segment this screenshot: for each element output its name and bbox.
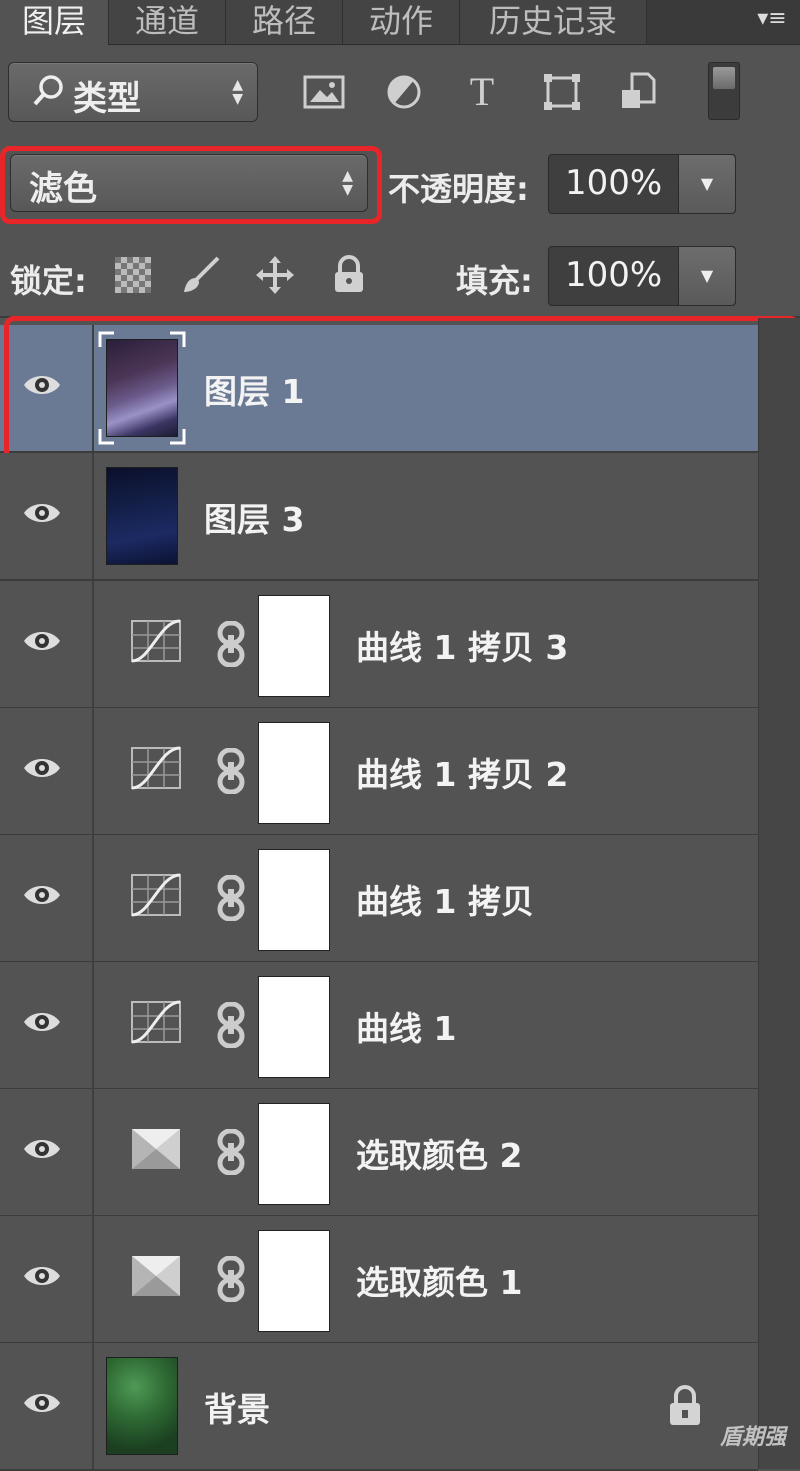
fill-field[interactable]: 100% ▼ <box>548 246 736 306</box>
tab-history[interactable]: 历史记录 <box>460 0 647 44</box>
layer-name[interactable]: 曲线 1 拷贝 3 <box>356 621 568 669</box>
layer-row-1[interactable]: 图层 1 <box>0 325 758 453</box>
layer-mask-thumbnail[interactable] <box>258 722 330 824</box>
watermark-text: 盾期强 <box>719 1425 786 1450</box>
link-chain-icon[interactable] <box>216 1256 246 1302</box>
layers-scrollbar[interactable] <box>758 318 800 1469</box>
layer-name[interactable]: 曲线 1 <box>356 1002 456 1050</box>
lock-all-icon[interactable] <box>328 254 370 296</box>
lock-label: 锁定: <box>10 262 87 300</box>
visibility-toggle[interactable] <box>0 1089 94 1215</box>
tab-actions[interactable]: 动作 <box>343 0 460 44</box>
fill-label: 填充: <box>456 262 533 300</box>
link-chain-icon[interactable] <box>216 621 246 667</box>
opacity-label: 不透明度: <box>388 170 529 208</box>
fill-value: 100% <box>565 255 663 295</box>
filter-shape-layers-icon[interactable] <box>540 70 584 114</box>
layer-thumbnail <box>106 467 178 565</box>
layer-row-3[interactable]: 图层 3 <box>0 453 758 581</box>
layer-mask-thumbnail[interactable] <box>258 1230 330 1332</box>
visibility-toggle[interactable] <box>0 1216 94 1342</box>
curves-adjustment-icon <box>131 873 181 917</box>
eye-icon <box>24 759 60 777</box>
eye-icon <box>24 1140 60 1158</box>
filter-smart-objects-icon[interactable] <box>616 70 660 114</box>
layer-mask-thumbnail[interactable] <box>258 849 330 951</box>
lock-icon <box>670 1385 700 1425</box>
eye-icon <box>24 504 60 522</box>
curves-adjustment-icon <box>131 1000 181 1044</box>
select-arrows-icon: ▲ ▼ <box>342 168 353 198</box>
blend-mode-select[interactable]: 滤色 ▲ ▼ <box>10 154 368 212</box>
tab-layers[interactable]: 图层 <box>0 0 109 45</box>
opacity-dropdown-button[interactable]: ▼ <box>678 155 735 213</box>
fill-dropdown-button[interactable]: ▼ <box>678 247 735 305</box>
filter-kind-select[interactable]: 类型 ▲ ▼ <box>8 62 258 122</box>
filter-adjustment-layers-icon[interactable] <box>382 70 426 114</box>
opacity-field[interactable]: 100% ▼ <box>548 154 736 214</box>
opacity-value: 100% <box>565 163 663 203</box>
link-chain-icon[interactable] <box>216 1129 246 1175</box>
filter-type-layers-icon[interactable]: T <box>460 70 504 114</box>
panel-tab-bar: 图层 通道 路径 动作 历史记录 ▾≡ <box>0 0 800 45</box>
layer-name[interactable]: 背景 <box>204 1383 270 1431</box>
lock-image-pixels-icon[interactable] <box>180 254 222 296</box>
link-chain-icon[interactable] <box>216 748 246 794</box>
layer-row-curves-copy[interactable]: 曲线 1 拷贝 <box>0 835 758 963</box>
link-chain-icon[interactable] <box>216 875 246 921</box>
layer-row-curves-1[interactable]: 曲线 1 <box>0 962 758 1090</box>
lock-transparent-pixels-icon[interactable] <box>112 254 154 296</box>
panel-menu-icon[interactable]: ▾≡ <box>750 4 794 34</box>
select-arrows-icon: ▲ ▼ <box>232 77 243 107</box>
layer-mask-thumbnail[interactable] <box>258 595 330 697</box>
layer-name[interactable]: 选取颜色 2 <box>356 1129 522 1177</box>
visibility-toggle[interactable] <box>0 1343 94 1469</box>
blend-mode-value: 滤色 <box>29 169 97 209</box>
visibility-toggle[interactable] <box>0 708 94 834</box>
eye-icon <box>24 1267 60 1285</box>
layer-row-selective-color-2[interactable]: 选取颜色 2 <box>0 1089 758 1217</box>
layer-name[interactable]: 选取颜色 1 <box>356 1256 522 1304</box>
layer-mask-thumbnail[interactable] <box>258 1103 330 1205</box>
eye-icon <box>24 632 60 650</box>
visibility-toggle[interactable] <box>0 453 94 579</box>
search-icon <box>31 73 67 118</box>
layer-name[interactable]: 图层 3 <box>204 493 304 541</box>
link-chain-icon[interactable] <box>216 1002 246 1048</box>
lock-position-icon[interactable] <box>254 254 296 296</box>
visibility-toggle[interactable] <box>0 325 94 451</box>
filter-kind-label: 类型 <box>73 79 141 119</box>
layer-row-curves-copy-3[interactable]: 曲线 1 拷贝 3 <box>0 581 758 709</box>
eye-icon <box>24 1394 60 1412</box>
curves-adjustment-icon <box>131 746 181 790</box>
layer-row-curves-copy-2[interactable]: 曲线 1 拷贝 2 <box>0 708 758 836</box>
layer-thumbnail <box>106 1357 178 1455</box>
visibility-toggle[interactable] <box>0 835 94 961</box>
selective-color-adjustment-icon <box>132 1256 180 1296</box>
layer-name[interactable]: 图层 1 <box>204 365 304 413</box>
divider <box>0 316 800 318</box>
curves-adjustment-icon <box>131 619 181 663</box>
layer-name[interactable]: 曲线 1 拷贝 2 <box>356 748 568 796</box>
layer-row-selective-color-1[interactable]: 选取颜色 1 <box>0 1216 758 1344</box>
visibility-toggle[interactable] <box>0 962 94 1088</box>
eye-icon <box>24 886 60 904</box>
selection-brackets-icon <box>98 331 186 445</box>
tab-channels[interactable]: 通道 <box>109 0 226 44</box>
filter-toggle-switch[interactable] <box>708 62 740 120</box>
eye-icon <box>24 376 60 394</box>
eye-icon <box>24 1013 60 1031</box>
layer-mask-thumbnail[interactable] <box>258 976 330 1078</box>
layer-row-background[interactable]: 背景 <box>0 1343 758 1471</box>
selective-color-adjustment-icon <box>132 1129 180 1169</box>
tab-paths[interactable]: 路径 <box>226 0 343 44</box>
layer-name[interactable]: 曲线 1 拷贝 <box>356 875 534 923</box>
visibility-toggle[interactable] <box>0 581 94 707</box>
filter-pixel-layers-icon[interactable] <box>302 70 346 114</box>
